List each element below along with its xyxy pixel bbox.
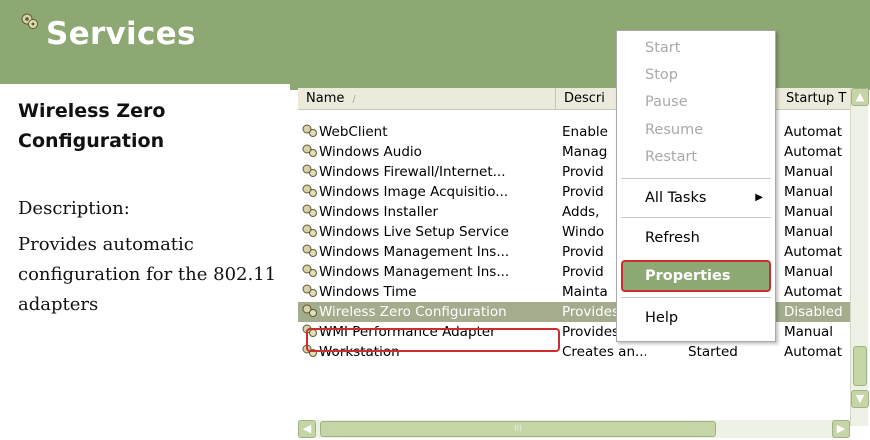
horizontal-scrollbar[interactable]: ◀ III ▶ bbox=[298, 420, 850, 438]
horizontal-scroll-thumb[interactable]: III bbox=[320, 421, 716, 437]
menu-separator bbox=[621, 297, 771, 298]
column-header-name-label: Name bbox=[306, 91, 345, 106]
submenu-arrow-icon: ▶ bbox=[755, 192, 763, 203]
service-gears-icon bbox=[302, 144, 317, 157]
service-startup: Manual bbox=[784, 224, 834, 240]
service-startup: Automat bbox=[784, 284, 843, 300]
service-name: Windows Audio bbox=[302, 142, 558, 162]
context-menu: Start Stop Pause Resume Restart All Task… bbox=[616, 30, 776, 342]
service-name-text: Windows Audio bbox=[319, 144, 422, 160]
menu-item-properties[interactable]: Properties bbox=[617, 263, 775, 289]
scroll-up-button[interactable]: ▲ bbox=[851, 88, 869, 106]
service-gears-icon bbox=[302, 304, 317, 317]
scroll-right-button[interactable]: ▶ bbox=[832, 420, 850, 438]
menu-item-start[interactable]: Start bbox=[617, 35, 775, 61]
service-name: Windows Installer bbox=[302, 202, 558, 222]
service-gears-icon bbox=[302, 204, 317, 217]
menu-item-refresh[interactable]: Refresh bbox=[617, 225, 775, 251]
gears-icon bbox=[21, 13, 38, 29]
service-gears-icon bbox=[302, 184, 317, 197]
service-name-text: WebClient bbox=[319, 124, 388, 140]
menu-item-all-tasks-label: All Tasks bbox=[645, 190, 707, 206]
service-name-text: Windows Management Ins... bbox=[319, 244, 510, 260]
service-desc: Creates an... bbox=[562, 344, 646, 360]
service-name: Windows Live Setup Service bbox=[302, 222, 558, 242]
service-gears-icon bbox=[302, 244, 317, 257]
service-gears-icon bbox=[302, 164, 317, 177]
menu-separator bbox=[621, 178, 771, 179]
column-header-name[interactable]: Name / bbox=[298, 88, 556, 110]
menu-item-resume[interactable]: Resume bbox=[617, 117, 775, 143]
service-name-text: Windows Installer bbox=[319, 204, 439, 220]
service-startup: Manual bbox=[784, 204, 834, 220]
service-startup: Automat bbox=[784, 244, 843, 260]
menu-item-help[interactable]: Help bbox=[617, 305, 775, 331]
service-name: Windows Image Acquisitio... bbox=[302, 182, 558, 202]
service-startup: Manual bbox=[784, 264, 834, 280]
service-name: Wireless Zero Configuration bbox=[302, 302, 558, 322]
scroll-left-button[interactable]: ◀ bbox=[298, 420, 316, 438]
vertical-scrollbar[interactable]: ▲ ▼ bbox=[850, 88, 869, 426]
service-description: Provides automatic configuration for the… bbox=[18, 234, 277, 315]
service-name-text: Wireless Zero Configuration bbox=[319, 304, 507, 320]
menu-item-all-tasks[interactable]: All Tasks ▶ bbox=[617, 185, 775, 211]
service-name: Windows Management Ins... bbox=[302, 242, 558, 262]
service-name: Windows Management Ins... bbox=[302, 262, 558, 282]
description-label: Description: bbox=[18, 198, 130, 219]
menu-item-restart[interactable]: Restart bbox=[617, 144, 775, 170]
service-startup: Manual bbox=[784, 324, 834, 340]
service-gears-icon bbox=[302, 264, 317, 277]
service-name-text: Windows Live Setup Service bbox=[319, 224, 509, 240]
service-name: Windows Time bbox=[302, 282, 558, 302]
service-gears-icon bbox=[302, 124, 317, 137]
service-name-text: Windows Time bbox=[319, 284, 417, 300]
panel-tab bbox=[290, 70, 870, 90]
menu-item-pause[interactable]: Pause bbox=[617, 89, 775, 115]
service-startup: Manual bbox=[784, 164, 834, 180]
service-startup: Manual bbox=[784, 184, 834, 200]
service-title: Wireless Zero Configuration bbox=[18, 100, 166, 152]
service-startup: Automat bbox=[784, 344, 843, 360]
scroll-down-button[interactable]: ▼ bbox=[851, 390, 869, 408]
service-startup: Automat bbox=[784, 144, 843, 160]
selected-row-outline bbox=[306, 328, 560, 352]
service-startup: Disabled bbox=[784, 304, 843, 320]
column-header-startup[interactable]: Startup T bbox=[778, 88, 850, 110]
service-name-text: Windows Firewall/Internet... bbox=[319, 164, 506, 180]
service-name: Windows Firewall/Internet... bbox=[302, 162, 558, 182]
service-name-text: Windows Image Acquisitio... bbox=[319, 184, 509, 200]
sort-indicator-icon: / bbox=[352, 94, 356, 105]
service-gears-icon bbox=[302, 224, 317, 237]
service-status: Started bbox=[688, 344, 738, 360]
service-name: WebClient bbox=[302, 122, 558, 142]
service-startup: Automat bbox=[784, 124, 843, 140]
menu-item-stop[interactable]: Stop bbox=[617, 62, 775, 88]
menu-separator bbox=[621, 217, 771, 218]
service-name-text: Windows Management Ins... bbox=[319, 264, 510, 280]
page-title: Services bbox=[46, 16, 196, 52]
vertical-scroll-thumb[interactable] bbox=[853, 346, 867, 386]
service-gears-icon bbox=[302, 284, 317, 297]
